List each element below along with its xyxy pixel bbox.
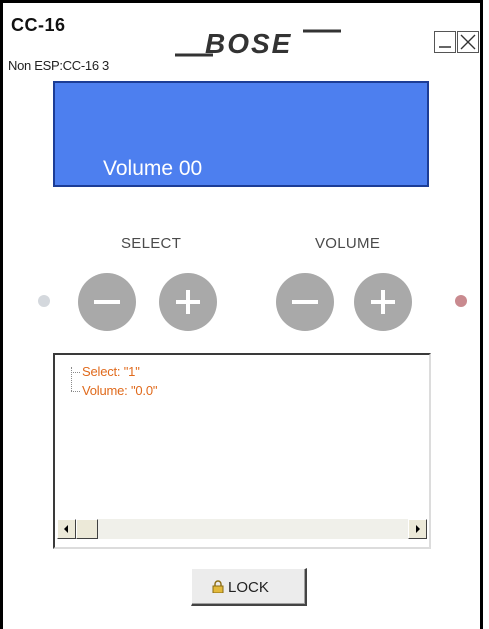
close-button[interactable]: [457, 31, 479, 53]
tree-branch: [71, 372, 80, 373]
close-icon: [460, 34, 476, 50]
select-decrease-button[interactable]: [78, 273, 136, 331]
lock-button[interactable]: LOCK: [191, 568, 307, 606]
logo-text: BOSE: [205, 28, 292, 59]
minimize-icon: [439, 46, 451, 48]
minus-icon: [292, 300, 318, 304]
scroll-right-button[interactable]: [408, 519, 427, 539]
plus-icon: [176, 290, 200, 314]
scroll-thumb[interactable]: [76, 519, 98, 539]
right-arrow-icon: [416, 525, 420, 533]
select-label: SELECT: [121, 235, 182, 252]
cc16-control-panel: CC-16 Non ESP:CC-16 3 BOSE Volume 00 SEL…: [0, 0, 483, 629]
volume-decrease-button[interactable]: [276, 273, 334, 331]
tree-connector: [71, 367, 72, 391]
minus-icon: [94, 300, 120, 304]
horizontal-scrollbar[interactable]: [57, 519, 427, 539]
plus-icon: [371, 290, 395, 314]
select-increase-button[interactable]: [159, 273, 217, 331]
lock-icon: [212, 580, 224, 593]
left-arrow-icon: [64, 525, 68, 533]
minimize-button[interactable]: [434, 31, 456, 53]
right-indicator-dot: [455, 295, 467, 307]
panel-title: CC-16: [11, 15, 66, 35]
left-indicator-dot: [38, 295, 50, 307]
scroll-left-button[interactable]: [57, 519, 76, 539]
tree-branch: [71, 391, 80, 392]
tree-item-select[interactable]: Select: "1": [82, 364, 140, 379]
display-text: Volume 00: [103, 157, 203, 180]
status-tree-view[interactable]: Select: "1" Volume: "0.0": [53, 353, 431, 549]
volume-increase-button[interactable]: [354, 273, 412, 331]
lock-label: LOCK: [228, 579, 269, 596]
lcd-display: Volume 00: [53, 81, 429, 187]
bose-logo: BOSE: [175, 28, 341, 59]
tree-item-volume[interactable]: Volume: "0.0": [82, 383, 157, 398]
panel-subtitle: Non ESP:CC-16 3: [8, 58, 109, 73]
volume-label: VOLUME: [315, 235, 381, 252]
